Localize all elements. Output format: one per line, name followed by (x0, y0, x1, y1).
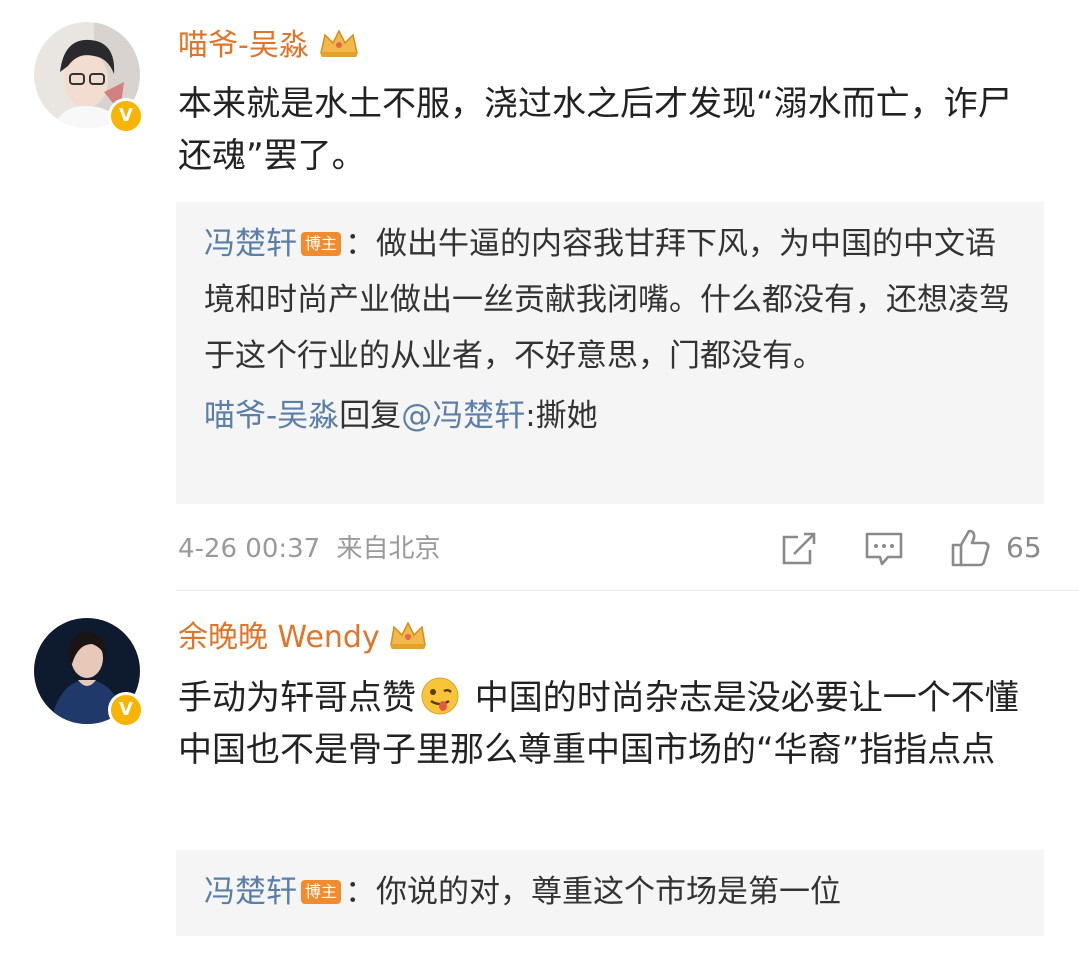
username[interactable]: 余晚晚 Wendy (178, 618, 428, 662)
sub-reply-verb: 回复 (339, 398, 402, 434)
like-count: 65 (1006, 531, 1042, 564)
timestamp: 4-26 00:37 (178, 534, 321, 564)
sub-reply: 喵爷-吴淼回复@冯楚轩:撕她 (204, 388, 1016, 444)
comment-1: V 喵爷-吴淼 本来就是水土不服，浇过水之后才发现“溺水而亡，诈尸还魂”罢了。 … (0, 0, 1079, 590)
reply-text: 冯楚轩 博主 ：你说的对，尊重这个市场是第一位 (204, 864, 1016, 920)
comment-text: 手动为轩哥点赞 中国的时尚杂志是没必要让一个不懂中国也不是骨子里那么尊重中国市场… (178, 672, 1038, 776)
comment-2: V 余晚晚 Wendy 手动为轩哥点赞 中国的时尚杂志是没必要让一个不懂中国也不… (0, 590, 1079, 954)
comment-text: 本来就是水土不服，浇过水之后才发现“溺水而亡，诈尸还魂”罢了。 (178, 84, 1012, 176)
reply-text: 冯楚轩 博主 ：做出牛逼的内容我甘拜下风，为中国的中文语境和时尚产业做出一丝贡献我闭… (204, 216, 1016, 384)
reply-author[interactable]: 冯楚轩 (204, 226, 297, 262)
author-tag: 博主 (301, 880, 342, 904)
share-button[interactable] (780, 530, 818, 572)
location: 来自北京 (336, 534, 441, 564)
thumbs-up-icon (951, 529, 990, 567)
verified-badge-icon: V (108, 692, 144, 728)
username-label: 喵爷-吴淼 (178, 28, 309, 63)
username-label: 余晚晚 Wendy (178, 620, 380, 655)
verified-badge-icon: V (108, 98, 144, 134)
sub-reply-mention[interactable]: @冯楚轩 (401, 398, 525, 434)
comment-text-part1: 手动为轩哥点赞 (178, 678, 416, 718)
crown-icon (388, 619, 428, 662)
crown-icon (317, 27, 361, 70)
comment-meta: 4-26 00:37 来自北京 (178, 531, 440, 567)
reply-box[interactable]: 冯楚轩 博主 ：做出牛逼的内容我甘拜下风，为中国的中文语境和时尚产业做出一丝贡献我闭… (176, 202, 1044, 504)
username[interactable]: 喵爷-吴淼 (178, 26, 361, 70)
reply-author[interactable]: 冯楚轩 (204, 874, 297, 910)
sub-reply-text: :撕她 (525, 398, 598, 434)
share-icon (782, 532, 816, 565)
sub-reply-author[interactable]: 喵爷-吴淼 (204, 398, 339, 434)
wink-tongue-emoji-icon (420, 676, 460, 716)
comment-icon (865, 532, 903, 566)
like-button[interactable]: 65 (950, 528, 1042, 568)
reply-content: ：你说的对，尊重这个市场是第一位 (345, 874, 842, 910)
reply-box[interactable]: 冯楚轩 博主 ：你说的对，尊重这个市场是第一位 (176, 850, 1044, 936)
author-tag: 博主 (301, 232, 342, 256)
reply-button[interactable] (864, 530, 904, 572)
